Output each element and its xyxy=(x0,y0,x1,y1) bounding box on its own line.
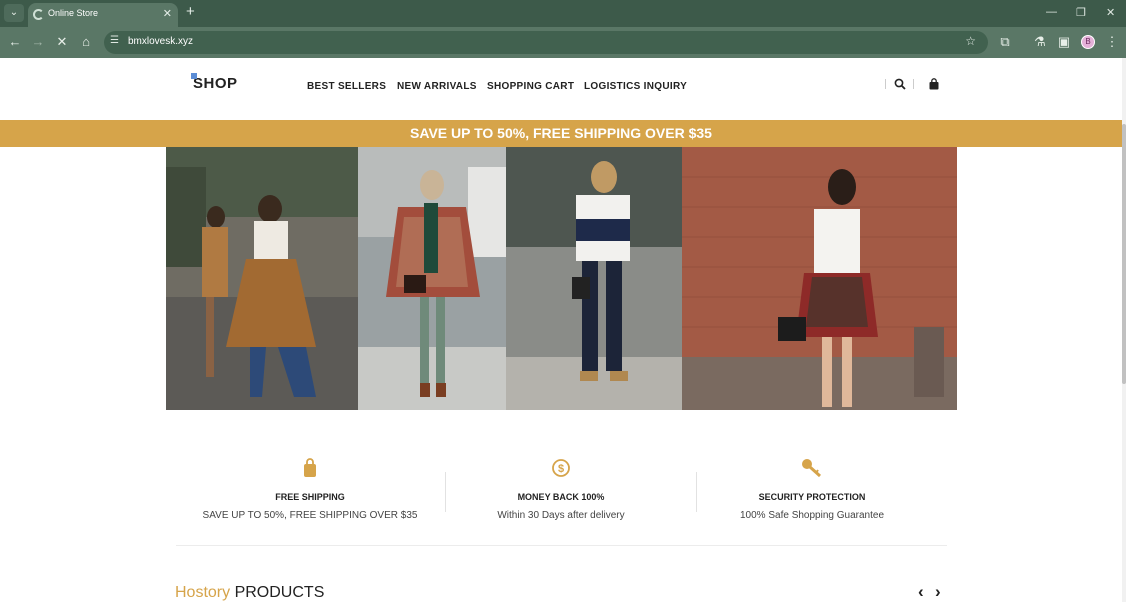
hero-photo-3 xyxy=(506,147,682,410)
logo-text: SHOP xyxy=(193,75,238,92)
forward-icon[interactable]: → xyxy=(29,33,47,51)
address-bar[interactable]: ☰ bmxlovesk.xyz ☆ xyxy=(104,31,988,54)
feature-title: MONEY BACK 100% xyxy=(517,492,605,502)
back-icon[interactable]: ← xyxy=(6,33,24,51)
section-title-accent: Hostory xyxy=(175,584,231,601)
nav-best-sellers[interactable]: BEST SELLERS xyxy=(307,81,386,92)
site-logo[interactable]: SHOP xyxy=(191,73,238,92)
minimize-icon[interactable]: — xyxy=(1046,6,1057,18)
tab-search-dropdown-icon[interactable]: ⌄ xyxy=(4,4,24,22)
section-title-main: PRODUCTS xyxy=(234,584,325,601)
feature-text: 100% Safe Shopping Guarantee xyxy=(740,510,884,521)
browser-toolbar: ← → ✕ ⌂ ☰ bmxlovesk.xyz ☆ ⧉ ⚗ ▣ B ⋮ xyxy=(0,27,1126,58)
feature-security: SECURITY PROTECTION 100% Safe Shopping G… xyxy=(682,458,942,521)
section-divider xyxy=(176,545,947,546)
loading-spinner-icon xyxy=(33,9,44,20)
feature-money-back: $ MONEY BACK 100% Within 30 Days after d… xyxy=(431,458,691,521)
url-text: bmxlovesk.xyz xyxy=(128,36,194,47)
tab-close-icon[interactable]: ✕ xyxy=(163,7,172,20)
feature-text: SAVE UP TO 50%, FREE SHIPPING OVER $35 xyxy=(202,510,418,521)
money-back-icon: $ xyxy=(552,459,570,477)
nav-new-arrivals[interactable]: NEW ARRIVALS xyxy=(397,81,477,92)
hero-photo-4 xyxy=(682,147,957,410)
web-page: SHOP BEST SELLERS NEW ARRIVALS SHOPPING … xyxy=(0,58,1122,602)
side-panel-icon[interactable]: ▣ xyxy=(1055,33,1073,51)
lab-icon[interactable]: ⚗ xyxy=(1031,33,1049,51)
page-scrollbar[interactable] xyxy=(1122,58,1126,602)
new-tab-icon[interactable]: + xyxy=(186,4,195,20)
feature-free-shipping: FREE SHIPPING SAVE UP TO 50%, FREE SHIPP… xyxy=(180,458,440,521)
feature-title: FREE SHIPPING xyxy=(275,492,345,502)
window-close-icon[interactable]: ✕ xyxy=(1106,6,1115,19)
logo-mark-icon xyxy=(191,73,197,79)
carousel-prev-icon[interactable]: ‹ xyxy=(918,582,924,602)
bookmark-star-icon[interactable]: ☆ xyxy=(965,34,976,48)
feature-text: Within 30 Days after delivery xyxy=(497,510,625,521)
hero-photo-2 xyxy=(358,147,506,410)
tab-title: Online Store xyxy=(48,8,99,18)
extensions-icon[interactable]: ⧉ xyxy=(996,33,1014,51)
svg-text:$: $ xyxy=(558,463,564,475)
carousel-next-icon[interactable]: › xyxy=(935,582,941,602)
feature-title: SECURITY PROTECTION xyxy=(758,492,866,502)
header-divider-2 xyxy=(913,79,914,89)
search-icon[interactable] xyxy=(894,78,906,93)
key-icon xyxy=(802,459,822,478)
site-info-icon[interactable]: ☰ xyxy=(110,35,119,46)
nav-shopping-cart[interactable]: SHOPPING CART xyxy=(487,81,574,92)
scrollbar-thumb[interactable] xyxy=(1122,124,1126,384)
hero-image[interactable] xyxy=(166,147,957,410)
shopping-bag-icon[interactable] xyxy=(928,78,940,93)
bag-icon xyxy=(304,458,316,477)
header-divider xyxy=(885,79,886,89)
nav-logistics-inquiry[interactable]: LOGISTICS INQUIRY xyxy=(584,81,687,92)
browser-tab-bar: ⌄ Online Store ✕ + — ❐ ✕ xyxy=(0,0,1126,27)
profile-avatar[interactable]: B xyxy=(1081,35,1095,49)
promo-banner[interactable]: SAVE UP TO 50%, FREE SHIPPING OVER $35 xyxy=(0,120,1122,147)
menu-kebab-icon[interactable]: ⋮ xyxy=(1103,33,1121,51)
browser-tab[interactable]: Online Store ✕ xyxy=(28,3,178,27)
hero-photo-1 xyxy=(166,147,358,410)
section-title: Hostory PRODUCTS xyxy=(175,584,324,602)
stop-loading-icon[interactable]: ✕ xyxy=(53,33,71,51)
home-icon[interactable]: ⌂ xyxy=(77,33,95,51)
restore-icon[interactable]: ❐ xyxy=(1076,6,1086,19)
